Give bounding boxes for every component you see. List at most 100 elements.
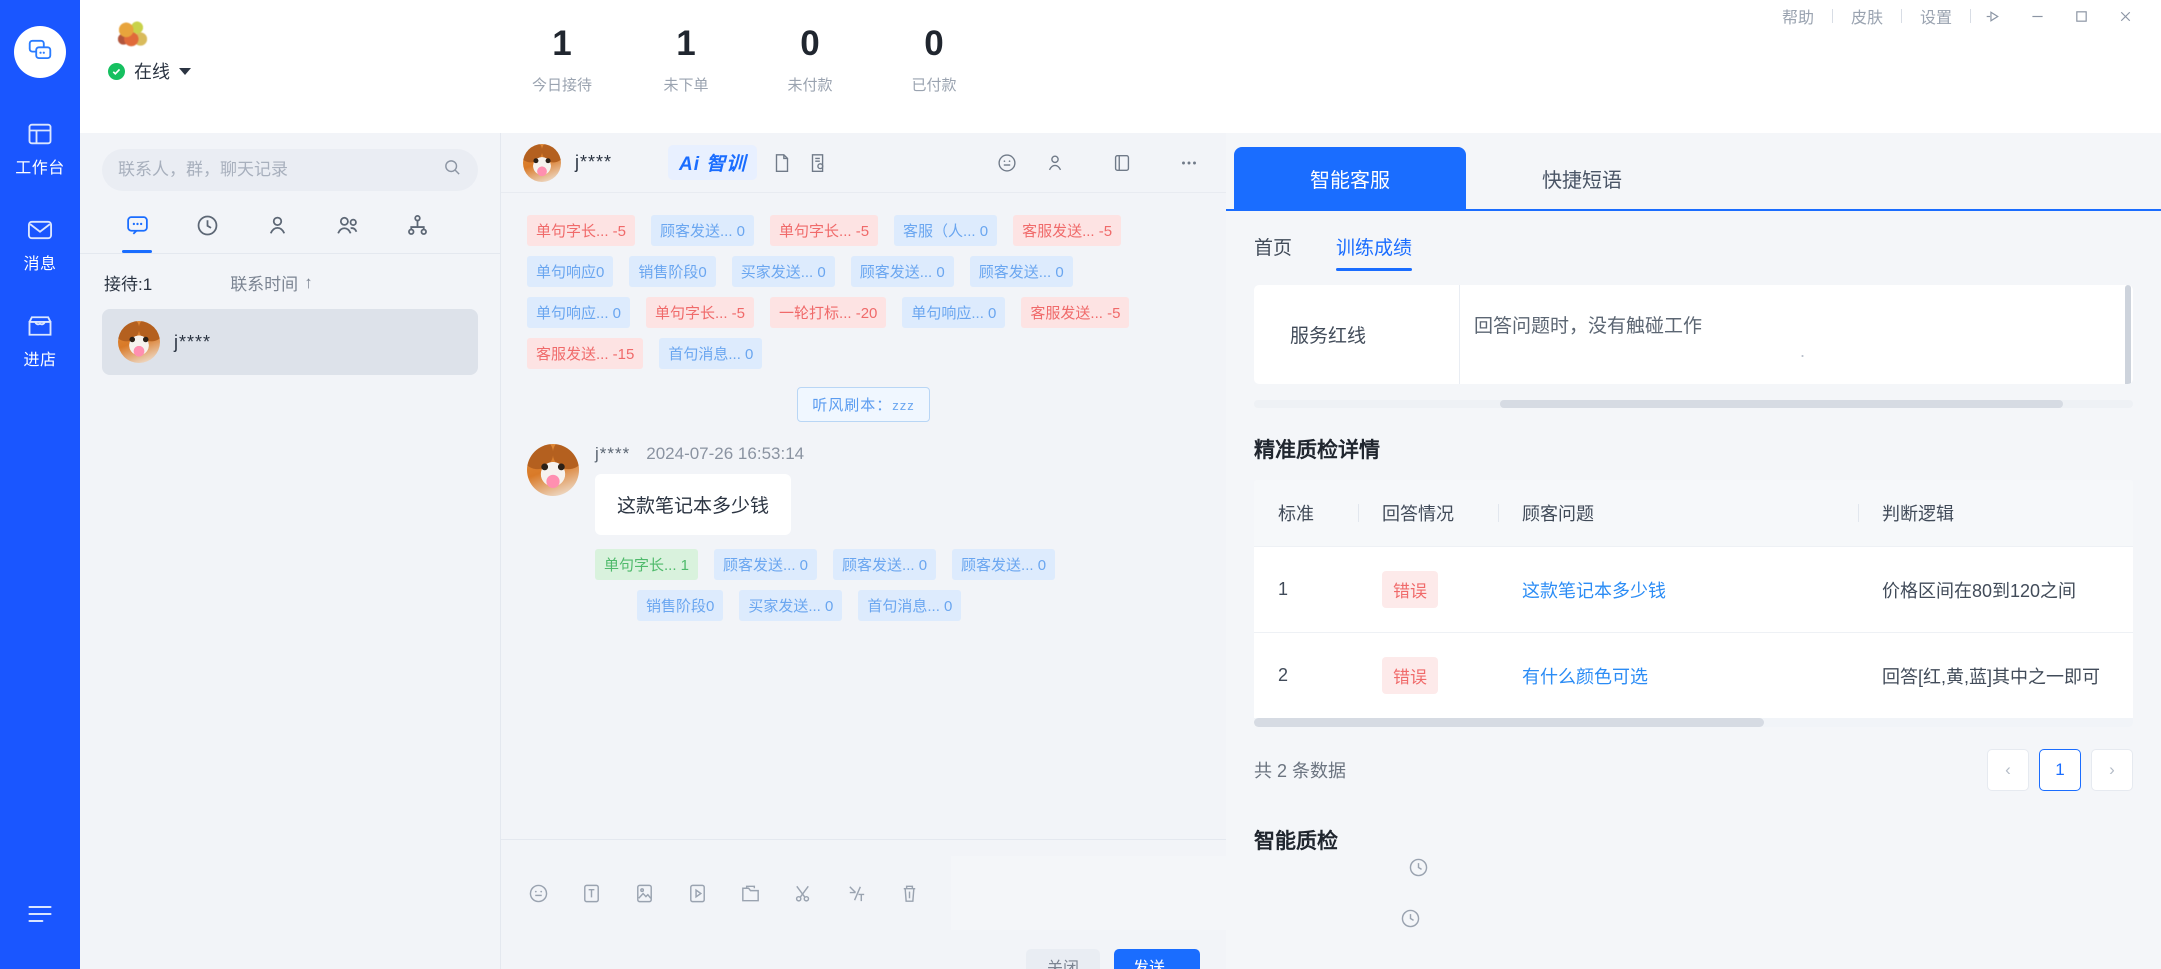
card-control[interactable] — [1111, 152, 1152, 174]
table: 标准 回答情况 顾客问题 判断逻辑 1 错误 这款笔记本多少钱 价格区间在80到… — [1254, 480, 2133, 718]
tab-quick-phrases[interactable]: 快捷短语 — [1466, 147, 1698, 209]
chevron-down-icon[interactable] — [179, 67, 191, 75]
cell-standard: 2 — [1254, 632, 1358, 718]
next-page-button[interactable]: › — [2091, 749, 2133, 791]
trash-icon[interactable] — [898, 882, 921, 905]
service-redline-body: 回答问题时，没有触碰工作 . — [1459, 285, 2133, 384]
filter-tab-person[interactable] — [242, 213, 312, 253]
subtab-training-score[interactable]: 训练成绩 — [1336, 233, 1413, 271]
image-icon[interactable] — [633, 882, 656, 905]
score-tag: 客服（人... 0 — [894, 215, 998, 246]
scrollbar[interactable] — [2125, 285, 2131, 384]
sidebar-item-label: 工作台 — [15, 160, 65, 177]
assign-person-control[interactable] — [1044, 152, 1085, 174]
settings-link[interactable]: 设置 — [1902, 4, 1970, 28]
filter-tab-org[interactable] — [382, 213, 452, 253]
percent-icon[interactable] — [845, 882, 868, 905]
score-tag: 首句消息... 0 — [659, 338, 763, 369]
list-item[interactable]: j**** — [102, 309, 478, 375]
pagination: ‹ 1 › — [1987, 749, 2133, 791]
column-header-logic: 判断逻辑 — [1858, 480, 2133, 547]
cell-status: 错误 — [1358, 546, 1498, 633]
contact-list-header: 接待:1 联系时间 ↑ — [80, 254, 500, 309]
video-icon[interactable] — [686, 882, 709, 905]
question-link[interactable]: 有什么颜色可选 — [1522, 667, 1648, 687]
filter-tab-history[interactable] — [172, 213, 242, 253]
column-header-question: 顾客问题 — [1498, 480, 1858, 547]
avatar — [118, 321, 160, 363]
send-button[interactable]: 发送 — [1114, 949, 1200, 969]
chat-header: j**** Ai 智训 — [501, 133, 1226, 193]
sidebar-item-workbench[interactable]: 工作台 — [15, 120, 65, 178]
feedback-icon[interactable] — [1971, 0, 2015, 32]
ai-training-badge[interactable]: Ai 智训 — [668, 145, 758, 180]
close-button[interactable]: 关闭 — [1026, 949, 1100, 969]
subtab-home[interactable]: 首页 — [1254, 233, 1292, 271]
tab-smart-service[interactable]: 智能客服 — [1234, 147, 1466, 209]
cell-standard: 1 — [1254, 546, 1358, 633]
score-tag: 单句字长... -5 — [770, 215, 879, 246]
table-row: 1 错误 这款笔记本多少钱 价格区间在80到120之间 — [1254, 546, 2133, 633]
close-icon[interactable] — [2103, 0, 2147, 32]
stat-today-received[interactable]: 1 今日接待 — [500, 25, 624, 95]
maximize-icon[interactable] — [2059, 0, 2103, 32]
message-tags: 单句字长... 1 顾客发送... 0 顾客发送... 0 顾客发送... 0 … — [527, 549, 1200, 621]
page-1-button[interactable]: 1 — [2039, 749, 2081, 791]
status-selector[interactable]: 在线 — [108, 58, 500, 84]
tag-row: 单句响应... 0 单句字长... -5 一轮打标... -20 单句响应...… — [527, 297, 1200, 328]
filter-tab-group[interactable] — [312, 213, 382, 253]
stat-unpaid[interactable]: 0 未付款 — [748, 25, 872, 95]
skin-link[interactable]: 皮肤 — [1833, 4, 1901, 28]
group-icon — [335, 213, 360, 243]
more-icon[interactable] — [1178, 152, 1200, 174]
avatar — [523, 143, 561, 182]
stat-label: 今日接待 — [531, 76, 592, 94]
folder-icon[interactable] — [739, 882, 762, 905]
scissors-icon[interactable] — [792, 882, 815, 905]
score-tag: 单句响应... 0 — [527, 297, 631, 328]
sort-control[interactable]: 联系时间 ↑ — [230, 270, 331, 295]
content-row: 接待:1 联系时间 ↑ j**** j**** Ai 智训 — [80, 133, 2161, 969]
person-icon — [265, 213, 290, 243]
card-icon — [1114, 154, 1130, 171]
chat-bubbles-icon — [27, 37, 53, 68]
emoji-icon[interactable] — [996, 152, 1018, 174]
score-tag: 顾客发送... 0 — [850, 256, 954, 287]
search-icon[interactable] — [443, 158, 462, 182]
prev-page-button[interactable]: ‹ — [1987, 749, 2029, 791]
text-icon[interactable] — [580, 882, 603, 905]
stat-label: 未付款 — [787, 76, 833, 94]
doc-info-icon[interactable] — [807, 152, 829, 174]
stat-no-order[interactable]: 1 未下单 — [624, 25, 748, 95]
emoji-icon[interactable] — [527, 882, 550, 905]
sidebar-item-shop[interactable]: 进店 — [23, 312, 56, 370]
table-horizontal-scrollbar[interactable] — [1254, 718, 2133, 727]
timer-icon[interactable] — [1399, 907, 1439, 930]
help-link[interactable]: 帮助 — [1764, 4, 1832, 28]
right-panel: 智能客服 快捷短语 首页 训练成绩 服务红线 回答问题时，没有触碰工作 . 精准… — [1226, 133, 2161, 969]
question-link[interactable]: 这款笔记本多少钱 — [1522, 581, 1666, 601]
score-tag: 首句消息... 0 — [858, 590, 962, 621]
history-icon[interactable] — [1407, 856, 1430, 879]
message-bubble[interactable]: 这款笔记本多少钱 — [595, 474, 792, 535]
person-icon — [1048, 155, 1062, 170]
message-body: j**** 2024-07-26 16:53:14 这款笔记本多少钱 — [595, 444, 804, 535]
column-header-status: 回答情况 — [1358, 480, 1498, 547]
doc-icon[interactable] — [771, 152, 793, 174]
cell-status: 错误 — [1358, 632, 1498, 718]
score-tag: 单句字长... 1 — [595, 549, 699, 580]
score-tag: 顾客发送... 0 — [833, 549, 937, 580]
search-input[interactable] — [118, 160, 435, 180]
contact-list-panel: 接待:1 联系时间 ↑ j**** — [80, 133, 500, 969]
stat-paid[interactable]: 0 已付款 — [872, 25, 996, 95]
filter-tab-chat[interactable] — [102, 213, 172, 253]
search-box[interactable] — [102, 149, 478, 191]
sidebar-item-messages[interactable]: 消息 — [23, 216, 56, 274]
horizontal-scrollbar[interactable] — [1254, 400, 2133, 408]
chat-panel: j**** Ai 智训 单句字长... -5 顾客发送... 0 单句字长...… — [500, 133, 1886, 969]
hamburger-icon[interactable] — [26, 902, 54, 931]
score-tag: 顾客发送... 0 — [651, 215, 755, 246]
message-meta: j**** 2024-07-26 16:53:14 — [595, 444, 804, 464]
left-rail: 工作台 消息 进店 — [0, 0, 80, 969]
minimize-icon[interactable] — [2015, 0, 2059, 32]
